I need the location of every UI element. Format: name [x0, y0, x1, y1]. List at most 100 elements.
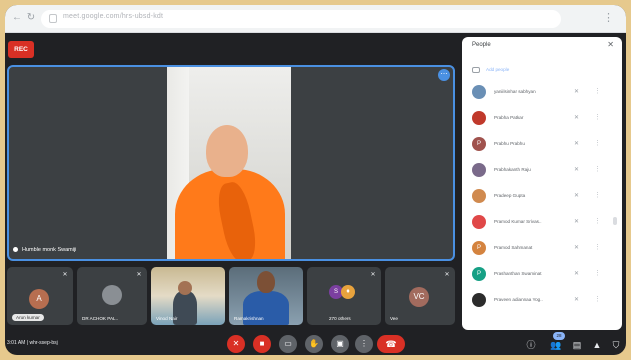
activities-icon[interactable]: ▲ [591, 339, 603, 351]
mic-off-icon: ✕ [574, 219, 580, 225]
avatar: A [29, 289, 49, 309]
list-item[interactable]: Praveen adiannaa Yog.. ✕ ⋮ [472, 289, 612, 311]
present-button[interactable]: ▣ [331, 335, 349, 353]
mic-off-icon: ✕ [62, 272, 68, 278]
address-bar[interactable]: meet.google.com/hrs-ubsd-kdt [41, 10, 561, 28]
mic-off-icon: ✕ [574, 297, 580, 303]
participant-tile[interactable]: ✕ VC Vee [385, 267, 455, 325]
more-vert-icon[interactable]: ⋮ [594, 217, 601, 225]
recording-badge: REC [8, 41, 34, 58]
list-item[interactable]: P Prashanthan Swaminat ✕ ⋮ [472, 263, 612, 285]
mic-indicator-icon [13, 247, 18, 253]
panel-title: People [472, 42, 491, 48]
meeting-code: whr-ssep-bsj [29, 340, 58, 346]
back-icon[interactable]: ← [11, 12, 23, 24]
camera-toggle-button[interactable]: ■ [253, 335, 271, 353]
more-vert-icon[interactable]: ⋮ [594, 87, 601, 95]
more-vert-icon[interactable]: ⋮ [594, 191, 601, 199]
more-vert-icon[interactable]: ⋮ [594, 165, 601, 173]
avatar [472, 85, 486, 99]
meeting-time: 3:01 AM [7, 340, 26, 346]
camera-off-icon: ■ [259, 339, 265, 348]
avatar [472, 163, 486, 177]
stage-options-icon[interactable]: ⋯ [438, 69, 450, 81]
video-person-head [178, 281, 192, 295]
list-item[interactable]: Pramod Kumar Srivas.. ✕ ⋮ [472, 211, 612, 233]
more-options-icon: ⋮ [360, 339, 368, 348]
info-icon[interactable]: ⓘ [525, 339, 537, 351]
mic-off-icon: ✕ [574, 89, 580, 95]
captions-button[interactable]: ▭ [279, 335, 297, 353]
mic-off-icon: ✕ [370, 272, 376, 278]
avatar [472, 215, 486, 229]
mic-off-icon: ✕ [574, 271, 580, 277]
tile-label: DR ACHOK PAL.. [82, 316, 119, 321]
avatar [472, 189, 486, 203]
participant-tile[interactable]: ✕ A Arun kumar [7, 267, 73, 325]
scrollbar[interactable] [613, 217, 617, 225]
speaker-head [206, 125, 248, 177]
person-name: yaniilsinhar sabhyan [494, 89, 536, 94]
people-icon[interactable]: 👥 [550, 339, 562, 351]
raise-hand-button[interactable]: ✋ [305, 335, 323, 353]
avatar: VC [409, 287, 429, 307]
video-person-head [257, 271, 275, 293]
list-item[interactable]: Pradeep Gupta ✕ ⋮ [472, 185, 612, 207]
meet-window: ← ↻ meet.google.com/hrs-ubsd-kdt ⋮ REC H… [5, 5, 626, 355]
browser-menu-icon[interactable]: ⋮ [603, 11, 614, 24]
mic-off-icon: ✕ [136, 272, 142, 278]
add-person-icon [472, 67, 480, 73]
mic-off-icon: ✕ [574, 141, 580, 147]
mic-off-icon: ✕ [574, 193, 580, 199]
list-item[interactable]: Prabha Patkar ✕ ⋮ [472, 107, 612, 129]
more-vert-icon[interactable]: ⋮ [594, 243, 601, 251]
list-item[interactable]: P Pramod Sahmanat ✕ ⋮ [472, 237, 612, 259]
close-icon[interactable]: ✕ [607, 40, 614, 49]
main-stage[interactable]: Humble monk Swamiji ⋯ [7, 65, 455, 261]
more-vert-icon[interactable]: ⋮ [594, 269, 601, 277]
participant-tile[interactable]: ✕ DR ACHOK PAL.. [77, 267, 147, 325]
person-name: Prashanthan Swaminat [494, 271, 542, 276]
captions-icon: ▭ [284, 339, 292, 348]
mic-off-icon: ✕ [574, 245, 580, 251]
mic-toggle-button[interactable]: ✕ [227, 335, 245, 353]
tile-label: Arun kumar [12, 314, 44, 321]
url-text: meet.google.com/hrs-ubsd-kdt [63, 13, 164, 20]
leave-call-button[interactable]: ☎ [377, 335, 405, 353]
person-name: Prabha Patkar [494, 115, 524, 120]
mic-off-icon: ✕ [232, 339, 240, 348]
tile-label: Vinod Nair [156, 316, 178, 321]
more-vert-icon[interactable]: ⋮ [594, 113, 601, 121]
mic-off-icon: ✕ [574, 167, 580, 173]
tile-label: 270 others [329, 316, 351, 321]
more-vert-icon[interactable]: ⋮ [594, 139, 601, 147]
browser-toolbar: ← ↻ meet.google.com/hrs-ubsd-kdt ⋮ [5, 5, 626, 33]
hang-up-icon: ☎ [385, 339, 397, 349]
chat-icon[interactable]: ▤ [571, 339, 583, 351]
participant-tile[interactable]: Ramakrishnan [229, 267, 303, 325]
avatar: P [472, 241, 486, 255]
person-name: Prabhakanth Raju [494, 167, 531, 172]
add-people-label: Add people [486, 67, 510, 73]
list-item[interactable]: yaniilsinhar sabhyan ✕ ⋮ [472, 81, 612, 103]
meeting-info: 3:01 AM | whr-ssep-bsj [7, 340, 58, 346]
reload-icon[interactable]: ↻ [25, 12, 37, 24]
host-controls-icon[interactable]: ⛉ [610, 339, 622, 351]
others-tile[interactable]: ✕ S ♦ 270 others [307, 267, 381, 325]
person-name: Pramod Sahmanat [494, 245, 533, 250]
avatar [472, 293, 486, 307]
list-item[interactable]: P Prabhu Prabhu ✕ ⋮ [472, 133, 612, 155]
list-item[interactable]: Prabhakanth Raju ✕ ⋮ [472, 159, 612, 181]
lock-icon [49, 14, 57, 23]
people-panel: People ✕ Add people yaniilsinhar sabhyan… [462, 37, 622, 330]
add-people-button[interactable]: Add people [472, 67, 509, 73]
more-vert-icon[interactable]: ⋮ [594, 295, 601, 303]
more-options-button[interactable]: ⋮ [355, 335, 373, 353]
participant-tile[interactable]: Vinod Nair [151, 267, 225, 325]
mic-off-icon: ✕ [574, 115, 580, 121]
speaker-name-text: Humble monk Swamiji [22, 247, 77, 253]
tile-label: Vee [390, 316, 398, 321]
raise-hand-icon: ✋ [309, 339, 319, 348]
person-name: Prabhu Prabhu [494, 141, 525, 146]
avatar: P [472, 267, 486, 281]
